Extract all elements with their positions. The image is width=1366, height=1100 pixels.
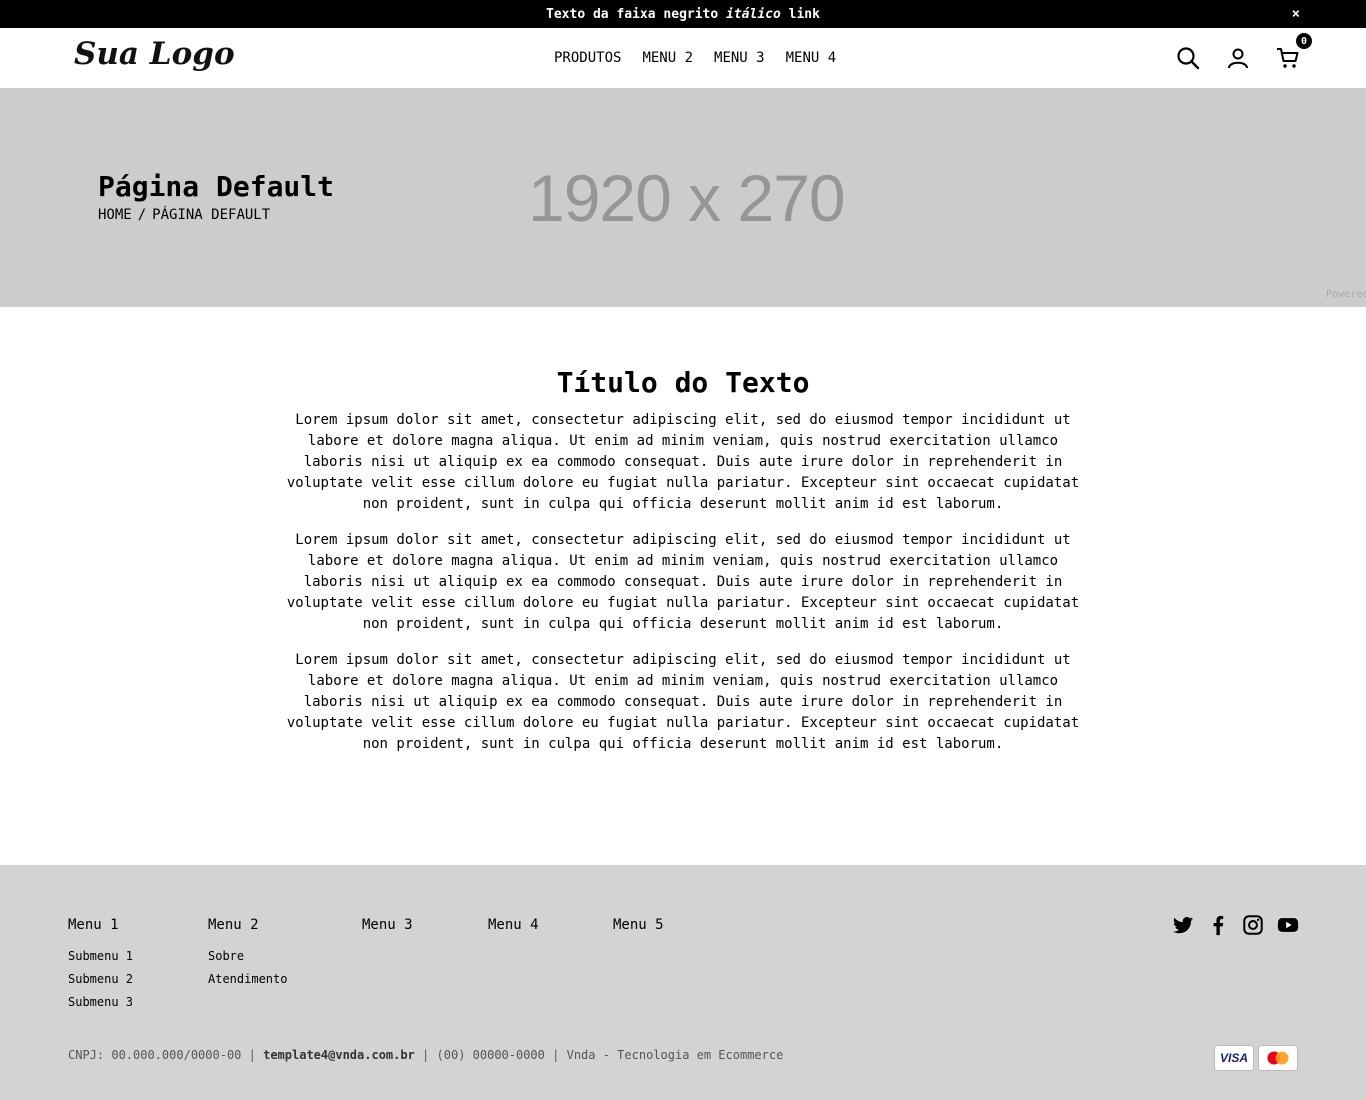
announcement-link[interactable]: link [789,7,820,22]
cart-count-badge: 0 [1296,33,1312,49]
phone-text: (00) 00000-0000 [436,1048,545,1062]
separator: | [248,1048,256,1062]
paragraph: Lorem ipsum dolor sit amet, consectetur … [286,652,1080,752]
youtube-icon[interactable] [1277,914,1299,936]
announcement-italic: itálico [726,6,781,22]
footer-link[interactable]: Submenu 3 [68,991,133,1014]
user-icon[interactable] [1226,46,1250,70]
cnpj-text: CNPJ: 00.000.000/0000-00 [68,1048,242,1062]
twitter-icon[interactable] [1172,914,1194,936]
banner-placeholder-text: 1920 x 270 [528,161,846,235]
close-icon[interactable]: × [1292,6,1300,22]
announcement-bar: Texto da faixa negrito itálico link × [0,0,1366,28]
nav-item-menu-3[interactable]: MENU 3 [714,50,765,66]
footer-column-title[interactable]: Menu 1 [68,917,133,933]
nav-item-produtos[interactable]: PRODUTOS [554,50,621,66]
nav-item-menu-2[interactable]: MENU 2 [642,50,693,66]
search-icon[interactable] [1176,46,1200,70]
announcement-text: Texto da faixa negrito [546,6,719,22]
site-footer: Menu 1 Submenu 1 Submenu 2 Submenu 3 Men… [0,865,1366,1100]
breadcrumb-home[interactable]: HOME [98,207,132,223]
footer-link[interactable]: Submenu 1 [68,945,133,968]
cart-icon[interactable] [1276,46,1300,70]
breadcrumb-separator: / [137,207,147,223]
nav-item-menu-4[interactable]: MENU 4 [786,50,837,66]
page-title: Página Default [98,170,335,203]
main-nav: PRODUTOS MENU 2 MENU 3 MENU 4 [554,50,836,66]
footer-column-menu-5: Menu 5 [613,917,664,945]
footer-column-menu-4: Menu 4 [488,917,539,945]
separator: | [552,1048,560,1062]
paragraph: Lorem ipsum dolor sit amet, consectetur … [286,412,1080,512]
footer-link[interactable]: Sobre [208,945,287,968]
mastercard-payment-icon [1258,1045,1298,1071]
footer-link[interactable]: Atendimento [208,968,287,991]
footer-column-title[interactable]: Menu 5 [613,917,664,933]
content-body: Lorem ipsum dolor sit amet, consectetur … [283,410,1083,770]
separator: | [422,1048,430,1062]
footer-link[interactable]: Submenu 2 [68,968,133,991]
site-header: Sua Logo PRODUTOS MENU 2 MENU 3 MENU 4 [0,28,1366,88]
email-link[interactable]: template4@vnda.com.br [263,1048,415,1062]
visa-label: VISA [1219,1051,1248,1065]
content-title: Título do Texto [556,366,810,399]
breadcrumb: HOME / PÁGINA DEFAULT [98,207,270,223]
paragraph: Lorem ipsum dolor sit amet, consectetur … [286,532,1080,632]
footer-column-menu-1: Menu 1 Submenu 1 Submenu 2 Submenu 3 [68,917,133,1014]
visa-payment-icon: VISA [1214,1045,1254,1071]
vnda-credit-link[interactable]: Vnda - Tecnologia em Ecommerce [567,1048,784,1062]
facebook-icon[interactable] [1207,914,1229,936]
footer-column-title[interactable]: Menu 4 [488,917,539,933]
breadcrumb-current: PÁGINA DEFAULT [152,207,271,223]
footer-company-info: CNPJ: 00.000.000/0000-00 | template4@vnd… [68,1048,783,1062]
logo[interactable]: Sua Logo [74,36,235,72]
instagram-icon[interactable] [1242,914,1264,936]
footer-column-menu-3: Menu 3 [362,917,413,945]
footer-column-title[interactable]: Menu 2 [208,917,287,933]
footer-column-menu-2: Menu 2 Sobre Atendimento [208,917,287,991]
powered-label: Powered [1326,289,1366,300]
page-banner: 1920 x 270 Página Default HOME / PÁGINA … [0,88,1366,307]
footer-column-title[interactable]: Menu 3 [362,917,413,933]
